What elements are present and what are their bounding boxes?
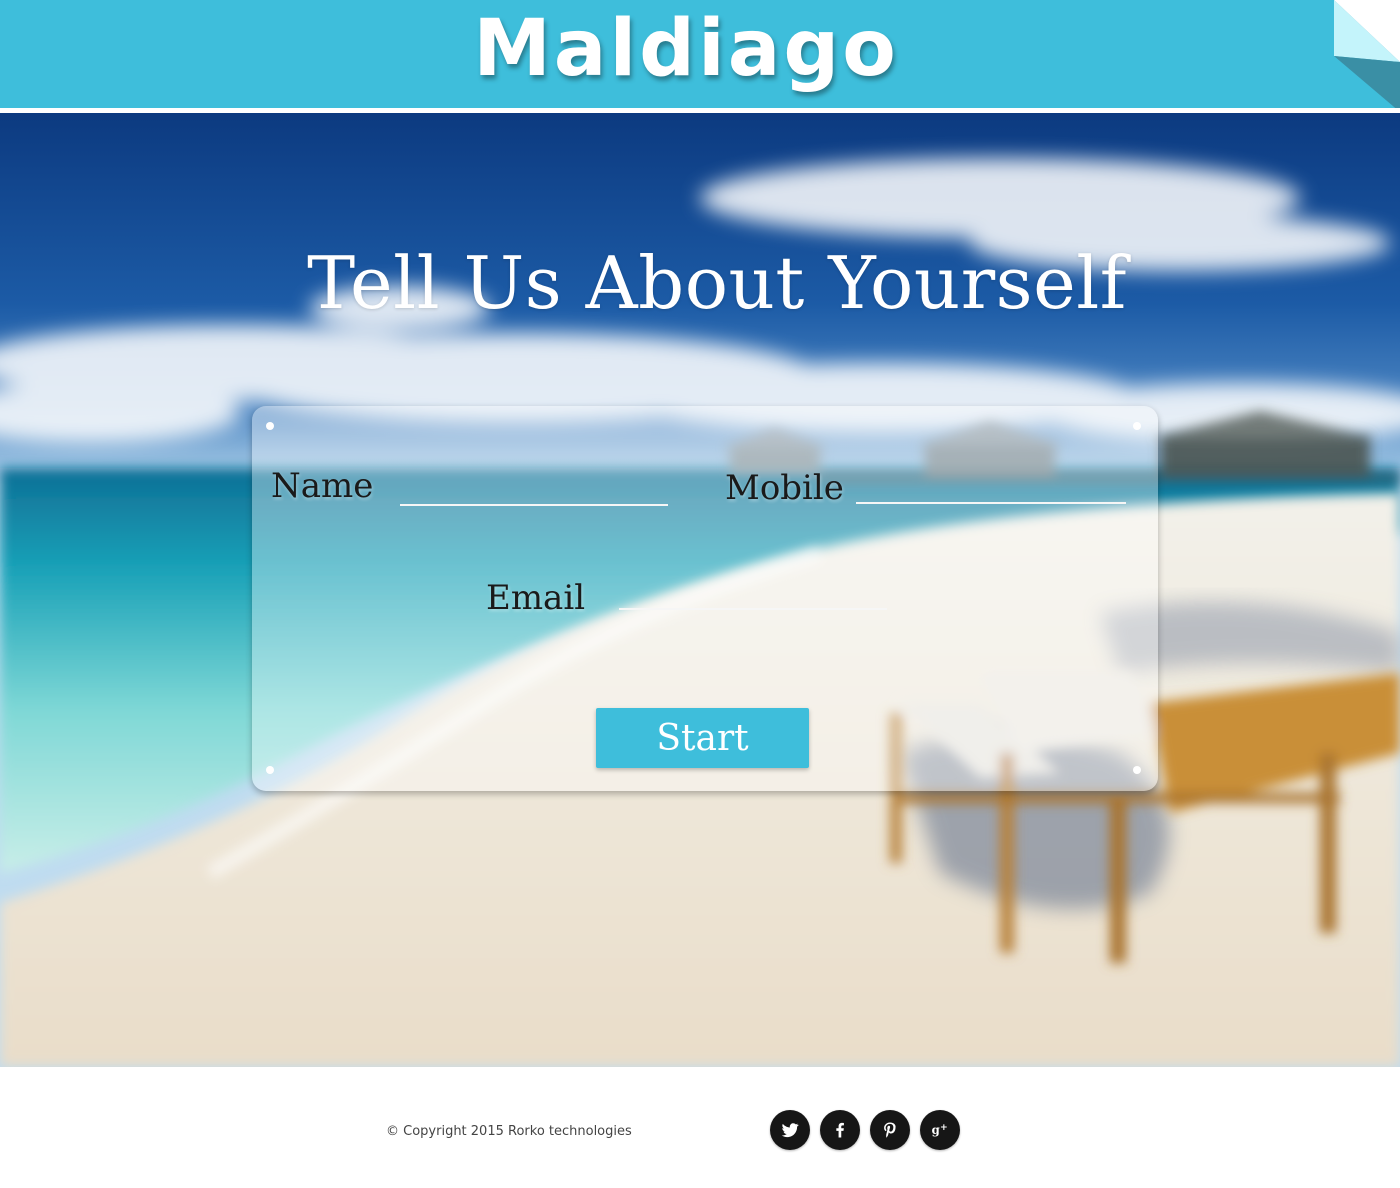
site-header: Maldiago <box>0 0 1400 108</box>
svg-text:+: + <box>940 1122 948 1133</box>
google-plus-icon: g + <box>932 1122 948 1137</box>
facebook-icon <box>836 1122 844 1138</box>
facebook-button[interactable] <box>820 1110 860 1150</box>
page-title: Tell Us About Yourself <box>307 241 1127 325</box>
corner-dot <box>1133 422 1141 430</box>
mobile-input[interactable] <box>856 470 1126 504</box>
copyright-text: © Copyright 2015 Rorko technologies <box>386 1124 632 1139</box>
twitter-icon <box>781 1123 799 1138</box>
page-curl-decoration <box>1334 0 1400 108</box>
corner-dot <box>1133 766 1141 774</box>
pinterest-icon <box>884 1122 896 1138</box>
name-label: Name <box>271 466 374 506</box>
hero-section: Tell Us About Yourself Name Mobile Email… <box>0 113 1400 1067</box>
site-footer: © Copyright 2015 Rorko technologies g + <box>0 1067 1400 1188</box>
email-input[interactable] <box>619 576 887 610</box>
brand-logo-text[interactable]: Maldiago <box>0 4 1372 94</box>
social-links: g + <box>770 1110 960 1150</box>
name-input[interactable] <box>400 472 668 506</box>
start-button[interactable]: Start <box>596 708 809 768</box>
email-label: Email <box>486 578 586 618</box>
pinterest-button[interactable] <box>870 1110 910 1150</box>
google-plus-button[interactable]: g + <box>920 1110 960 1150</box>
corner-dot <box>266 766 274 774</box>
svg-text:g: g <box>932 1123 940 1137</box>
twitter-button[interactable] <box>770 1110 810 1150</box>
corner-dot <box>266 422 274 430</box>
user-info-form: Name Mobile Email Start <box>252 406 1158 791</box>
mobile-label: Mobile <box>725 468 844 508</box>
